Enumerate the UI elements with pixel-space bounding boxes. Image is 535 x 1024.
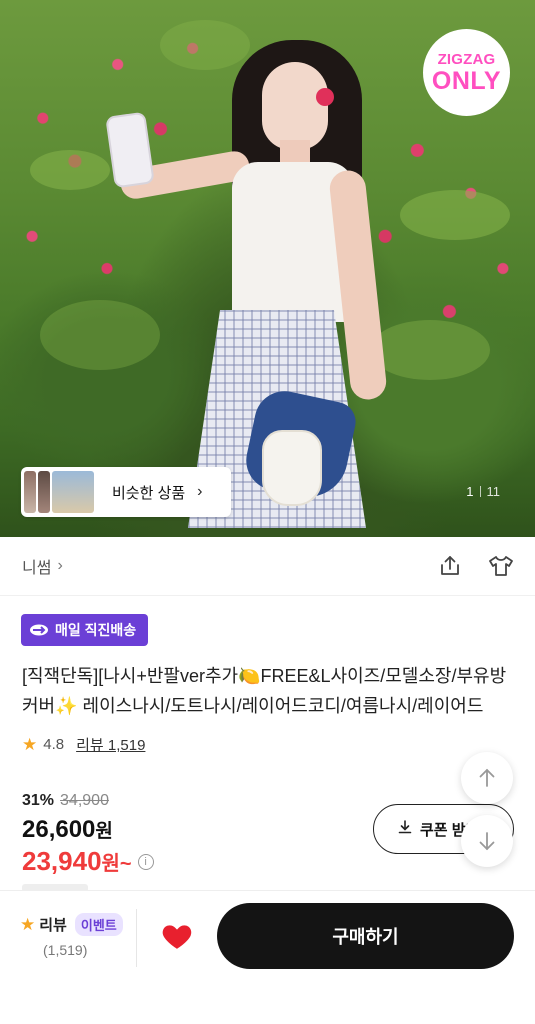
review-summary-button[interactable]: ★ 리뷰 이벤트 (1,519) — [20, 913, 130, 958]
badge-line1: ZIGZAG — [437, 50, 496, 68]
review-count: (1,519) — [43, 942, 88, 958]
daily-delivery-badge: 매일 직진배송 — [21, 614, 149, 646]
original-price: 34,900 — [60, 792, 109, 809]
sale-price-value: 26,600 — [22, 816, 96, 843]
review-label: 리뷰 — [39, 917, 67, 934]
share-icon[interactable] — [437, 553, 463, 579]
store-row: 니썸 › — [0, 537, 535, 596]
arrow-down-icon — [479, 832, 495, 851]
thumbnail — [38, 471, 50, 513]
pager-total: 11 — [486, 484, 501, 499]
coupon-price-unit: 원~ — [101, 853, 132, 875]
thumbnail — [52, 471, 94, 513]
similar-products-label: 비슷한 상품 — [112, 484, 186, 502]
event-badge: 이벤트 — [74, 913, 123, 936]
star-icon: ★ — [22, 734, 38, 754]
hair-flower — [316, 88, 334, 106]
download-icon — [398, 820, 412, 838]
arrow-up-icon — [479, 768, 495, 787]
thumbnail — [24, 471, 36, 513]
store-name-link[interactable]: 니썸 — [22, 554, 51, 578]
heart-icon[interactable] — [160, 919, 194, 953]
coupon-price-value: 23,940 — [22, 846, 102, 876]
scroll-up-button[interactable] — [461, 752, 513, 804]
pager-separator — [479, 486, 481, 497]
rating-value: 4.8 — [43, 736, 65, 753]
model-phone — [105, 111, 155, 189]
similar-products-button[interactable]: 비슷한 상품 › — [21, 467, 231, 517]
badge-line2: ONLY — [431, 66, 502, 95]
product-image[interactable]: ZIGZAG ONLY 비슷한 상품 › 1 11 — [0, 0, 535, 537]
zigzag-only-badge: ZIGZAG ONLY — [423, 29, 510, 116]
divider — [136, 909, 137, 967]
delivery-icon — [30, 624, 48, 636]
price-unit: 원 — [95, 821, 113, 842]
model-bag — [262, 430, 322, 506]
discount-rate: 31% — [22, 792, 55, 809]
pager-current: 1 — [466, 484, 474, 499]
outfit-icon[interactable] — [487, 553, 513, 579]
star-icon: ★ — [20, 914, 36, 934]
bottom-action-bar: ★ 리뷰 이벤트 (1,519) 구매하기 — [0, 890, 535, 1024]
scroll-down-button[interactable] — [461, 815, 513, 867]
buy-button[interactable]: 구매하기 — [217, 903, 514, 969]
chevron-right-icon: › — [57, 557, 63, 574]
coupon-price: 23,940 원~ i — [22, 846, 154, 877]
delivery-badge-label: 매일 직진배송 — [55, 622, 137, 638]
similar-thumbnails — [24, 471, 94, 513]
info-icon[interactable]: i — [137, 853, 154, 870]
sale-price: 26,600원 — [22, 816, 113, 844]
product-title: [직잭단독][나시+반팔ver추가🍋FREE&L사이즈/모델소장/부유방커버✨ … — [22, 666, 507, 716]
discount-line: 31% 34,900 — [22, 792, 109, 810]
review-link[interactable]: 리뷰 1,519 — [76, 734, 145, 755]
chevron-right-icon: › — [197, 483, 203, 500]
rating-row[interactable]: ★ 4.8 리뷰 1,519 — [22, 734, 145, 755]
model-face — [262, 62, 328, 150]
image-pager: 1 11 — [466, 484, 500, 499]
